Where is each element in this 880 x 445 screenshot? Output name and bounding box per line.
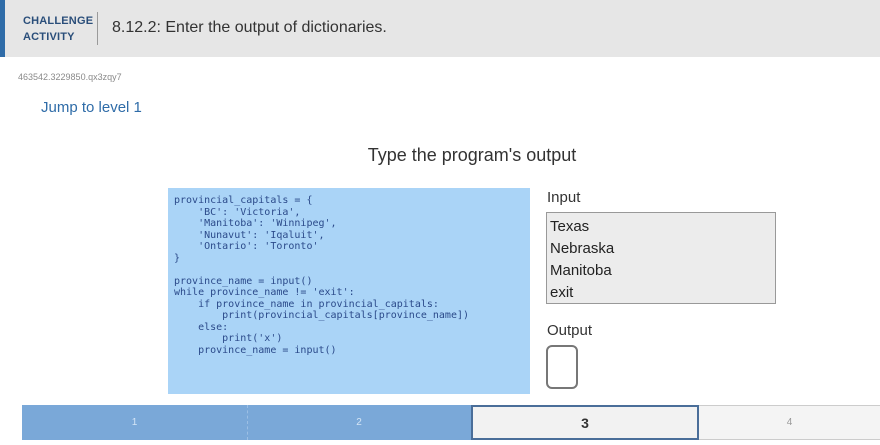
input-line: Manitoba	[550, 262, 612, 279]
activity-title: 8.12.2: Enter the output of dictionaries…	[112, 19, 387, 36]
output-answer-field[interactable]	[546, 345, 578, 389]
input-line: Nebraska	[550, 240, 615, 257]
activity-id: 463542.3229850.qx3zqy7	[18, 72, 122, 82]
level-2-segment[interactable]: 2	[247, 405, 471, 440]
input-label: Input	[547, 189, 581, 206]
prompt-title: Type the program's output	[367, 145, 577, 165]
challenge-label-line1: CHALLENGE	[23, 15, 94, 27]
level-3-segment[interactable]: 3	[471, 405, 699, 440]
challenge-header: CHALLENGE ACTIVITY 8.12.2: Enter the out…	[0, 0, 880, 57]
header-divider	[97, 12, 98, 45]
input-line: Texas	[550, 218, 590, 235]
level-1-segment[interactable]: 1	[22, 405, 247, 440]
code-block: provincial_capitals = { 'BC': 'Victoria'…	[168, 188, 530, 394]
jump-to-level-link[interactable]: Jump to level 1	[41, 99, 142, 116]
input-box: Texas Nebraska Manitoba exit	[546, 212, 776, 304]
challenge-label-line2: ACTIVITY	[23, 31, 75, 43]
output-label: Output	[547, 322, 593, 339]
challenge-activity-label: CHALLENGE ACTIVITY	[23, 13, 93, 45]
level-divider	[247, 405, 248, 440]
code-text: provincial_capitals = { 'BC': 'Victoria'…	[174, 195, 470, 356]
input-line: exit	[550, 284, 574, 301]
level-4-segment[interactable]: 4	[699, 405, 880, 440]
level-progress-bar: 1 2 3 4	[22, 405, 880, 440]
